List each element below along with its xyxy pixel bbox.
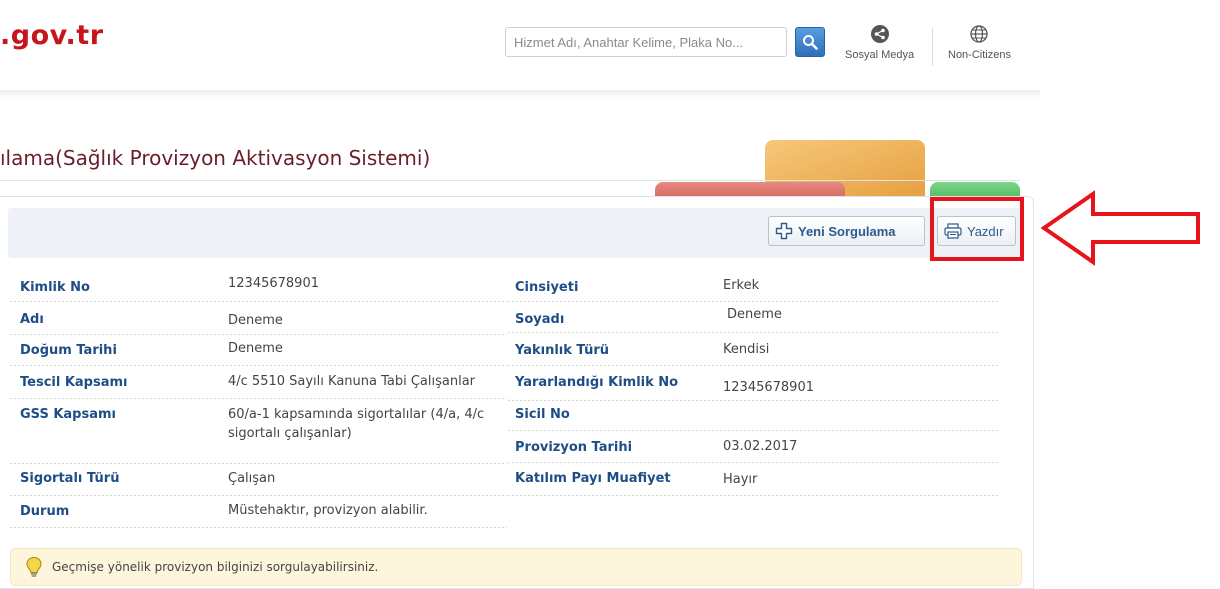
field-value-soyadi: Deneme — [727, 307, 782, 322]
field-label-cinsiyeti: Cinsiyeti — [515, 280, 579, 295]
field-value-adi: Deneme — [228, 313, 283, 328]
site-header: .gov.tr Sosyal Medya Non-C — [0, 0, 1220, 95]
row-divider — [10, 495, 507, 496]
row-divider — [10, 365, 507, 366]
row-divider — [10, 301, 507, 302]
field-value-katilim-payi-muafiyet: Hayır — [723, 472, 758, 487]
search-button[interactable] — [795, 27, 825, 57]
lightbulb-icon — [26, 556, 42, 577]
share-icon — [870, 25, 889, 43]
info-message-text: Geçmişe yönelik provizyon bilginizi sorg… — [52, 560, 379, 574]
field-value-sigortali-turu: Çalışan — [228, 471, 276, 486]
row-divider — [508, 462, 1000, 463]
site-logo[interactable]: .gov.tr — [0, 20, 104, 51]
field-label-adi: Adı — [20, 312, 44, 327]
plus-icon — [775, 222, 793, 240]
field-value-cinsiyeti: Erkek — [723, 278, 760, 293]
row-divider — [10, 398, 507, 399]
non-citizens-label: Non-Citizens — [948, 49, 1011, 61]
print-highlight-box — [930, 197, 1024, 261]
info-message: Geçmişe yönelik provizyon bilginizi sorg… — [10, 548, 1022, 586]
field-value-gss-kapsami: 60/a-1 kapsamında sigortalılar (4/a, 4/c… — [228, 407, 485, 441]
field-value-yakinlik-turu: Kendisi — [723, 342, 770, 357]
row-divider — [10, 463, 507, 464]
field-label-yakinlik-turu: Yakınlık Türü — [515, 343, 609, 358]
field-label-kimlik-no: Kimlik No — [20, 280, 90, 295]
field-label-sicil-no: Sicil No — [515, 407, 570, 422]
social-media-label: Sosyal Medya — [845, 49, 915, 61]
field-value-provizyon-tarihi: 03.02.2017 — [723, 439, 798, 454]
field-label-yararlandigi-kimlik-no: Yararlandığı Kimlik No — [515, 375, 679, 390]
field-label-soyadi: Soyadı — [515, 312, 565, 327]
non-citizens-link[interactable]: Non-Citizens — [948, 24, 1011, 61]
row-divider — [508, 495, 1000, 496]
field-label-dogum-tarihi: Doğum Tarihi — [20, 343, 117, 358]
row-divider — [508, 365, 1000, 366]
left-arrow-annotation — [1040, 190, 1200, 266]
search-input[interactable] — [505, 27, 787, 57]
row-divider — [10, 527, 507, 528]
row-divider — [508, 430, 1000, 431]
header-shadow — [0, 90, 1040, 98]
field-label-durum: Durum — [20, 504, 70, 519]
field-value-tescil-kapsami: 4/c 5510 Sayılı Kanuna Tabi Çalışanlar — [228, 374, 476, 389]
row-divider — [508, 301, 1000, 302]
page-title: ılama(Sağlık Provizyon Aktivasyon Sistem… — [0, 146, 431, 170]
field-label-provizyon-tarihi: Provizyon Tarihi — [515, 440, 633, 455]
field-value-yararlandigi-kimlik-no: 12345678901 — [723, 380, 814, 395]
new-query-label: Yeni Sorgulama — [798, 223, 896, 239]
header-divider — [932, 28, 933, 66]
field-value-dogum-tarihi: Deneme — [228, 341, 283, 356]
row-divider — [508, 332, 1000, 333]
field-label-gss-kapsami: GSS Kapsamı — [20, 407, 117, 422]
search-icon — [803, 35, 818, 50]
globe-icon — [970, 25, 989, 43]
field-value-durum: Müstehaktır, provizyon alabilir. — [228, 503, 428, 518]
field-label-sigortali-turu: Sigortalı Türü — [20, 471, 120, 486]
social-media-link[interactable]: Sosyal Medya — [845, 24, 914, 61]
field-label-katilim-payi-muafiyet: Katılım Payı Muafiyet — [515, 471, 671, 486]
row-divider — [508, 400, 1000, 401]
new-query-button[interactable]: Yeni Sorgulama — [768, 216, 925, 246]
field-value-kimlik-no: 12345678901 — [228, 276, 319, 291]
search-box — [505, 27, 827, 57]
row-divider — [10, 334, 507, 335]
title-divider — [0, 180, 1020, 181]
field-label-tescil-kapsami: Tescil Kapsamı — [20, 375, 128, 390]
